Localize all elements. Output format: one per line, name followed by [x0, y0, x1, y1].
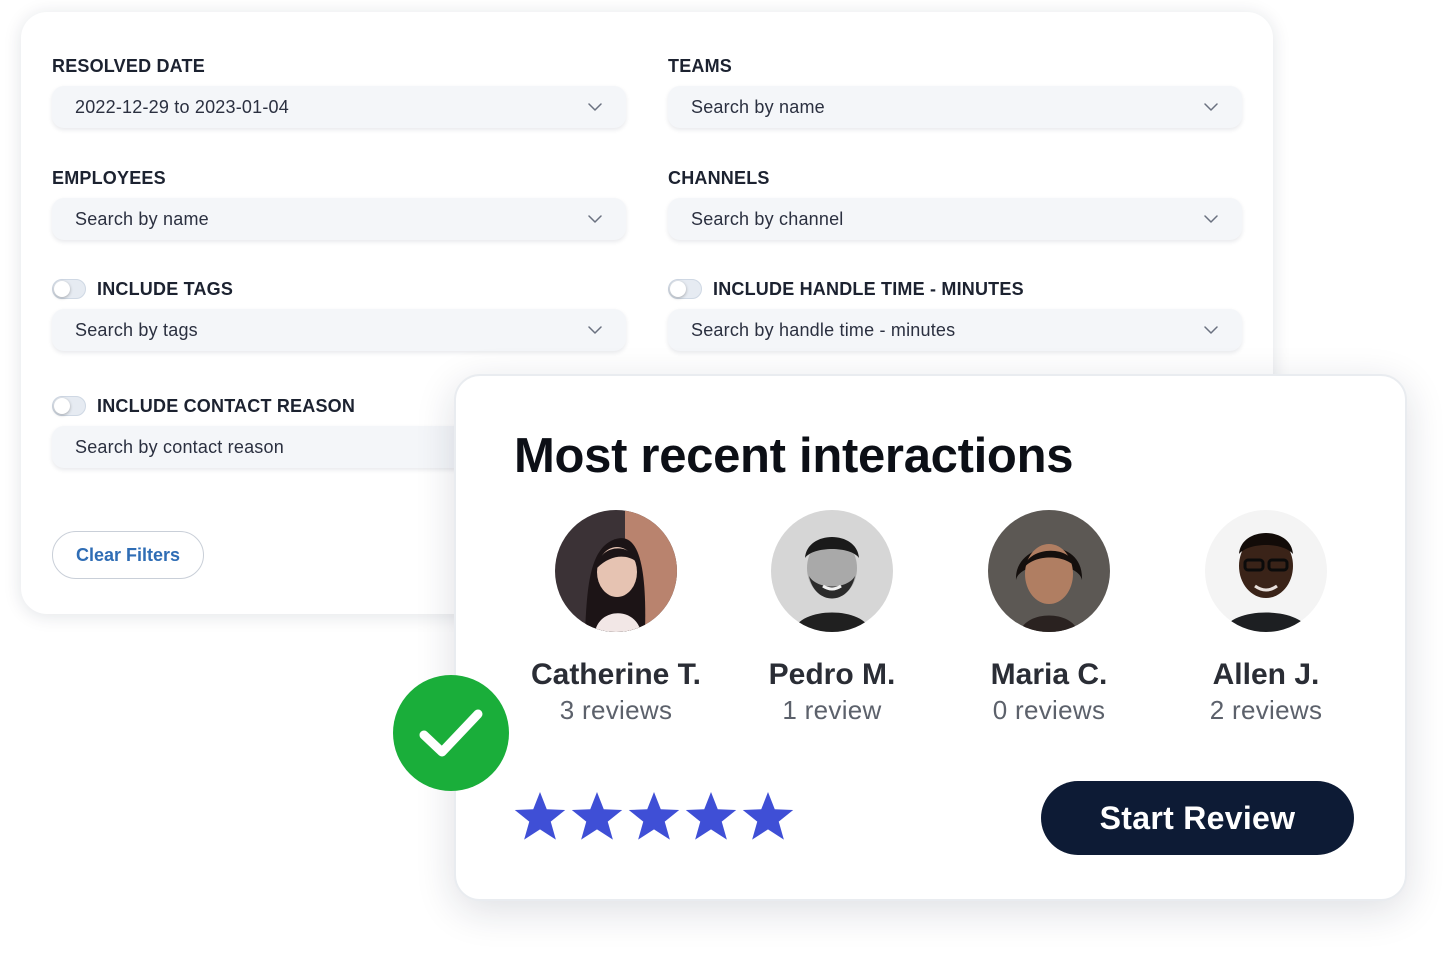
person-card[interactable]: Maria C. 0 reviews	[929, 510, 1169, 726]
handle-time-label: INCLUDE HANDLE TIME - MINUTES	[713, 279, 1024, 299]
tags-header: INCLUDE TAGS	[52, 277, 626, 301]
resolved-date-field: RESOLVED DATE 2022-12-29 to 2023-01-04	[52, 54, 626, 128]
tags-field: INCLUDE TAGS Search by tags	[52, 277, 626, 351]
person-review-count: 3 reviews	[559, 695, 673, 725]
contact-reason-label: INCLUDE CONTACT REASON	[97, 396, 356, 416]
recent-interactions-card: Most recent interactions Catherine T. 3 …	[454, 374, 1407, 901]
channels-select[interactable]: Search by channel	[668, 198, 1242, 240]
resolved-date-label: RESOLVED DATE	[52, 56, 205, 76]
chevron-down-icon	[588, 326, 602, 334]
employees-field: EMPLOYEES Search by name	[52, 166, 626, 240]
employees-select[interactable]: Search by name	[52, 198, 626, 240]
person-review-count: 2 reviews	[1209, 695, 1323, 725]
tags-label: INCLUDE TAGS	[97, 279, 234, 299]
avatar	[771, 510, 893, 632]
rating-stars[interactable]	[512, 790, 796, 844]
person-name: Maria C.	[990, 658, 1108, 691]
person-review-count: 0 reviews	[992, 695, 1106, 725]
teams-field: TEAMS Search by name	[668, 54, 1242, 128]
handle-time-toggle[interactable]	[668, 279, 702, 299]
person-card[interactable]: Pedro M. 1 review	[712, 510, 952, 726]
avatar	[555, 510, 677, 632]
teams-select[interactable]: Search by name	[668, 86, 1242, 128]
start-review-button[interactable]: Start Review	[1041, 781, 1354, 855]
resolved-date-select[interactable]: 2022-12-29 to 2023-01-04	[52, 86, 626, 128]
chevron-down-icon	[1204, 326, 1218, 334]
person-name: Catherine T.	[530, 658, 702, 691]
chevron-down-icon	[588, 215, 602, 223]
chevron-down-icon	[1204, 103, 1218, 111]
star-icon[interactable]	[512, 790, 568, 844]
tags-placeholder: Search by tags	[75, 319, 198, 340]
chevron-down-icon	[588, 103, 602, 111]
teams-label: TEAMS	[668, 56, 732, 76]
checkmark-icon	[419, 709, 483, 757]
person-card[interactable]: Catherine T. 3 reviews	[496, 510, 736, 726]
handle-time-field: INCLUDE HANDLE TIME - MINUTES Search by …	[668, 277, 1242, 351]
star-icon[interactable]	[740, 790, 796, 844]
card-title: Most recent interactions	[514, 429, 1074, 483]
person-name: Pedro M.	[768, 658, 896, 691]
avatar	[1205, 510, 1327, 632]
star-icon[interactable]	[683, 790, 739, 844]
chevron-down-icon	[1204, 215, 1218, 223]
teams-placeholder: Search by name	[691, 96, 825, 117]
tags-toggle[interactable]	[52, 279, 86, 299]
clear-filters-button[interactable]: Clear Filters	[52, 531, 204, 579]
channels-label: CHANNELS	[668, 168, 770, 188]
resolved-date-value: 2022-12-29 to 2023-01-04	[75, 96, 289, 117]
person-name: Allen J.	[1212, 658, 1320, 691]
handle-time-header: INCLUDE HANDLE TIME - MINUTES	[668, 277, 1242, 301]
channels-placeholder: Search by channel	[691, 208, 844, 229]
contact-reason-placeholder: Search by contact reason	[75, 436, 284, 457]
handle-time-placeholder: Search by handle time - minutes	[691, 319, 956, 340]
employees-label: EMPLOYEES	[52, 168, 166, 188]
handle-time-select[interactable]: Search by handle time - minutes	[668, 309, 1242, 351]
avatar	[988, 510, 1110, 632]
tags-select[interactable]: Search by tags	[52, 309, 626, 351]
person-review-count: 1 review	[782, 695, 882, 725]
person-card[interactable]: Allen J. 2 reviews	[1146, 510, 1386, 726]
success-badge	[393, 675, 509, 791]
contact-reason-toggle[interactable]	[52, 396, 86, 416]
star-icon[interactable]	[569, 790, 625, 844]
star-icon[interactable]	[626, 790, 682, 844]
channels-field: CHANNELS Search by channel	[668, 166, 1242, 240]
employees-placeholder: Search by name	[75, 208, 209, 229]
